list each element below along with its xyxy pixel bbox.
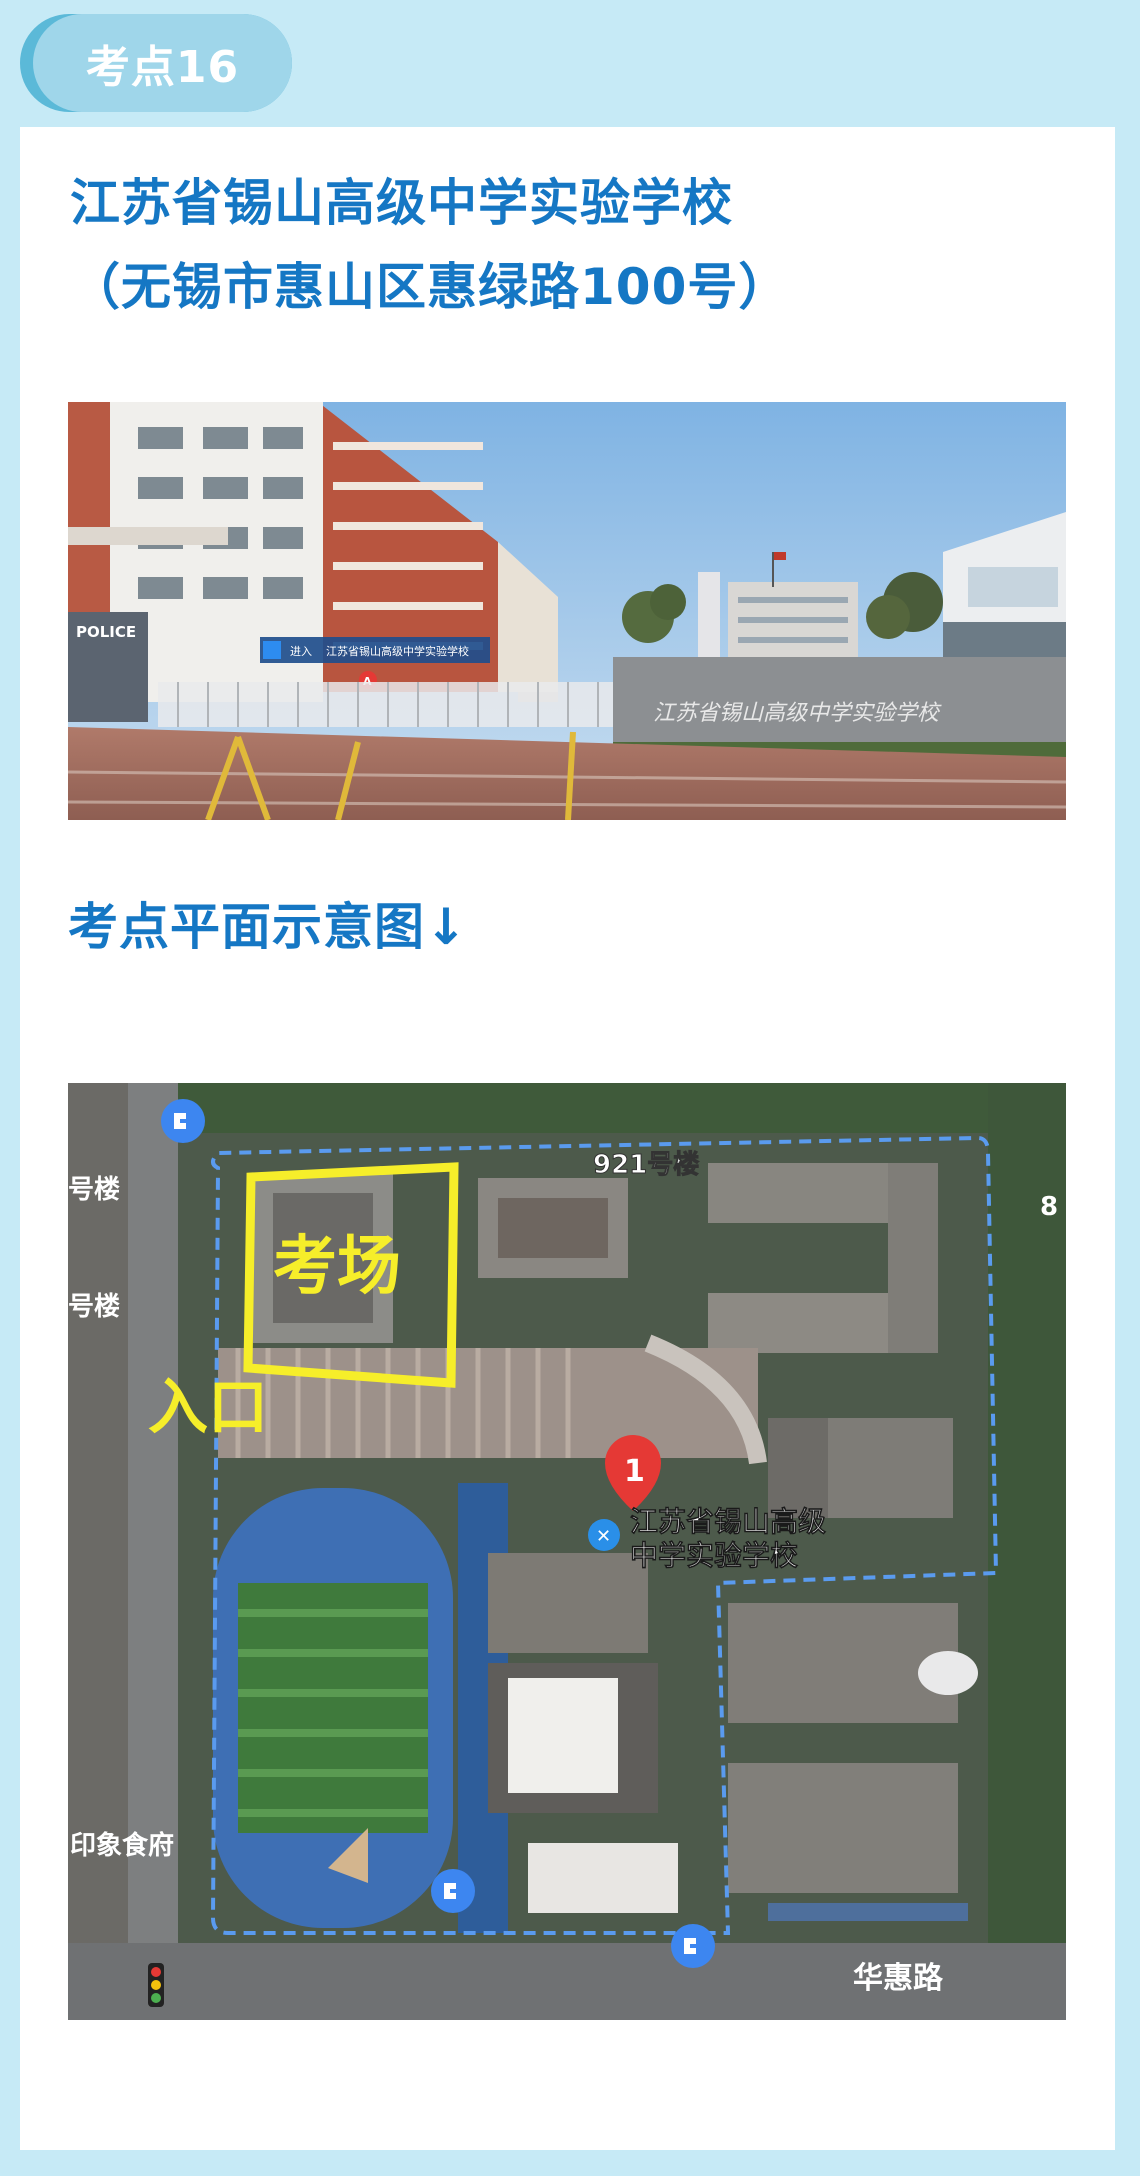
gate-icon[interactable] — [431, 1869, 475, 1913]
police-sign: POLICE — [76, 623, 136, 641]
gate-icon[interactable] — [161, 1099, 205, 1143]
exam-site-tag-label: 考点16 — [85, 42, 240, 93]
school-gate-photo: POLICE 进入 江苏省锡山高级中学实验学校 A 江苏省锡山高级中学实验学校 — [68, 402, 1066, 820]
right-edge-label: 8 — [1040, 1192, 1058, 1222]
exam-site-tag: 考点16 — [20, 14, 292, 112]
gate-sign-prefix: 进入 — [290, 645, 312, 658]
building-921-label: 921号楼 — [593, 1150, 699, 1180]
venue-name: 江苏省锡山高级中学实验学校 — [70, 174, 733, 232]
floor-plan-map: 考场 入口 921号楼 号楼 号楼 印象食府 8 华惠路 1 ✕ 江苏省锡山高级… — [68, 1083, 1066, 2020]
road-label: 华惠路 — [853, 1961, 944, 1996]
entrance-label: 入口 — [148, 1373, 268, 1443]
pin-number: 1 — [624, 1454, 645, 1489]
exam-site-tag-inner: 考点16 — [33, 14, 292, 112]
content-card: 江苏省锡山高级中学实验学校 （无锡市惠山区惠绿路100号） POLICE 进入 … — [20, 127, 1115, 2150]
restaurant-label: 印象食府 — [70, 1830, 174, 1861]
venue-title: 江苏省锡山高级中学实验学校 （无锡市惠山区惠绿路100号） — [70, 161, 789, 329]
venue-address: （无锡市惠山区惠绿路100号） — [70, 258, 790, 316]
gate-sign-text: 江苏省锡山高级中学实验学校 — [326, 644, 469, 658]
traffic-light-icon — [148, 1963, 164, 2007]
floor-plan-title: 考点平面示意图↓ — [68, 898, 468, 956]
pin-label-line2: 中学实验学校 — [630, 1539, 799, 1572]
left-building-label-2: 号楼 — [68, 1292, 120, 1322]
left-building-label-1: 号楼 — [68, 1175, 120, 1205]
pin-label-line1: 江苏省锡山高级 — [630, 1505, 826, 1538]
svg-text:✕: ✕ — [596, 1526, 611, 1547]
wall-inscription: 江苏省锡山高级中学实验学校 — [653, 701, 942, 726]
exam-room-label: 考场 — [273, 1230, 401, 1304]
gate-icon[interactable] — [671, 1924, 715, 1968]
